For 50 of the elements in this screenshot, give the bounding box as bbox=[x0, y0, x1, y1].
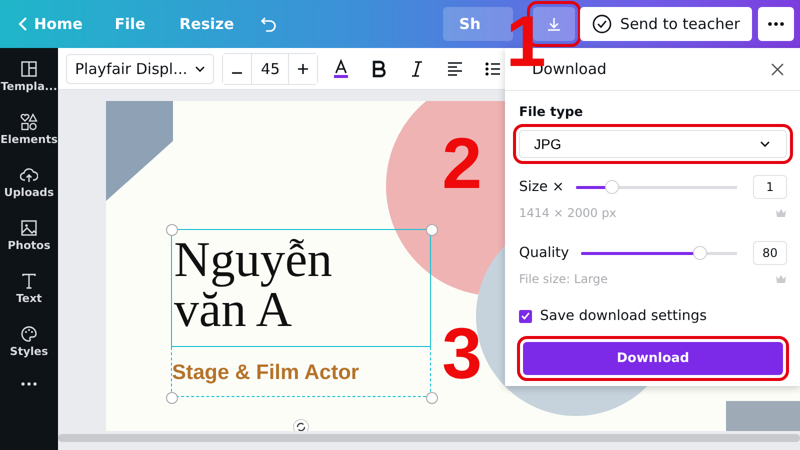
sidebar-item[interactable]: Uploads bbox=[4, 166, 54, 199]
check-circle-icon bbox=[592, 14, 612, 34]
crown-icon bbox=[775, 274, 787, 284]
chevron-down-icon bbox=[195, 66, 206, 72]
more-dots-icon bbox=[768, 22, 784, 26]
hint-text: 1414 × 2000 px bbox=[519, 206, 616, 220]
send-to-teacher-button[interactable]: Send to teacher bbox=[580, 7, 752, 41]
font-dropdown[interactable]: Playfair Displ... bbox=[66, 54, 214, 84]
step-number: 3 bbox=[442, 322, 482, 387]
sidebar-item[interactable]: Elements bbox=[0, 113, 58, 146]
text-t-icon bbox=[20, 272, 38, 290]
download-submit-button[interactable]: Download bbox=[523, 342, 783, 375]
chevron-down-icon bbox=[760, 141, 770, 147]
sidebar-item[interactable]: Templa... bbox=[0, 60, 58, 93]
minus-icon bbox=[232, 72, 242, 74]
value-field[interactable]: 1 bbox=[753, 175, 787, 199]
back-chevron-icon bbox=[18, 16, 28, 32]
subtitle-text: Stage & Film Actor bbox=[172, 361, 360, 385]
scrollbar[interactable] bbox=[58, 434, 800, 442]
slider-label: Quality bbox=[519, 245, 570, 261]
rotate-icon[interactable] bbox=[293, 419, 309, 431]
undo-icon[interactable] bbox=[260, 15, 278, 33]
slider-thumb[interactable] bbox=[693, 246, 708, 260]
resize-handle[interactable] bbox=[166, 224, 178, 236]
resize-handle[interactable] bbox=[166, 392, 178, 404]
more-button[interactable] bbox=[758, 7, 794, 41]
image-icon bbox=[20, 219, 38, 237]
sidebar-item[interactable]: Photos bbox=[8, 219, 50, 252]
hint-text: File size: Large bbox=[519, 272, 608, 286]
close-icon[interactable] bbox=[771, 62, 784, 76]
shapes-icon bbox=[20, 113, 38, 131]
slider-label: Size × bbox=[519, 179, 564, 195]
more-dots-icon[interactable] bbox=[20, 382, 38, 386]
text-selection-box[interactable]: Nguyễn văn A bbox=[171, 229, 431, 347]
name-heading: Nguyễn văn A bbox=[173, 230, 334, 334]
sidebar-item[interactable]: Text bbox=[16, 272, 42, 305]
save-settings-checkbox[interactable]: Save download settings bbox=[519, 308, 787, 324]
step-number: 2 bbox=[442, 132, 482, 197]
palette-icon bbox=[20, 325, 38, 343]
plus-icon bbox=[298, 64, 308, 74]
download-icon bbox=[546, 16, 562, 32]
resize-handle[interactable] bbox=[426, 392, 438, 404]
value-field[interactable]: 80 bbox=[753, 241, 787, 265]
crown-icon bbox=[775, 208, 787, 218]
sidebar-item[interactable]: Styles bbox=[10, 325, 48, 358]
checkmark-icon bbox=[521, 312, 530, 320]
field-label: File type bbox=[519, 105, 584, 120]
cloud-upload-icon bbox=[20, 166, 38, 184]
slider-thumb[interactable] bbox=[605, 180, 620, 194]
layout-icon bbox=[20, 60, 38, 78]
